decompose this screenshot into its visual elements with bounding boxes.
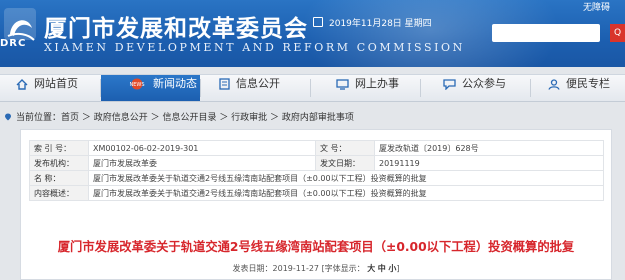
index-label: 索 引 号： xyxy=(29,140,89,156)
date-label: 发文日期： xyxy=(315,155,375,171)
main-nav: 网站首页 NEWS 新闻动态 信息公开 网上办事 公众参与 便民专栏 xyxy=(0,74,625,102)
nav-item-info-public[interactable]: 信息公开 xyxy=(219,75,280,101)
nav-divider xyxy=(310,79,311,97)
nav-item-convenience[interactable]: 便民专栏 xyxy=(548,75,610,101)
docno-value: 厦发改轨道〔2019〕628号 xyxy=(374,140,604,156)
font-size-large-button[interactable]: 大 xyxy=(367,264,375,273)
chat-icon xyxy=(443,79,456,91)
metadata-table: 索 引 号： XM00102-06-02-2019-301 文 号： 厦发改轨道… xyxy=(29,140,604,201)
org-value: 厦门市发展改革委 xyxy=(88,155,316,171)
monitor-icon xyxy=(336,79,349,90)
publish-info: 发表日期：2019-11-27 [字体显示： xyxy=(232,264,365,273)
service-icon xyxy=(548,79,560,90)
nav-label: 网上办事 xyxy=(355,77,399,90)
docno-label: 文 号： xyxy=(315,140,375,156)
name-value: 厦门市发展改革委关于轨道交通2号线五缘湾南站配套项目（±0.00以下工程）投资概… xyxy=(88,170,604,186)
nav-label: 便民专栏 xyxy=(566,77,610,90)
document-icon xyxy=(219,78,230,90)
breadcrumb: 当前位置：首页 ＞ 政府信息公开 ＞ 信息公开目录 ＞ 行政审批 ＞ 政府内部审… xyxy=(0,110,625,123)
publish-info-end: ] xyxy=(396,264,400,273)
content-panel: 索 引 号： XM00102-06-02-2019-301 文 号： 厦发改轨道… xyxy=(20,129,612,280)
nav-label: 新闻动态 xyxy=(153,77,197,90)
accessibility-link[interactable]: 无障碍 xyxy=(583,0,610,13)
news-icon: NEWS xyxy=(129,78,145,90)
nav-item-online-service[interactable]: 网上办事 xyxy=(336,75,399,101)
date-text: 2019年11月28日 星期四 xyxy=(329,19,432,29)
nav-item-public-participation[interactable]: 公众参与 xyxy=(443,75,506,101)
site-header: DRC 厦门市发展和改革委员会 XIAMEN DEVELOPMENT AND R… xyxy=(0,0,625,67)
site-logo[interactable] xyxy=(2,6,40,62)
summary-value: 厦门市发展改革委关于轨道交通2号线五缘湾南站配套项目（±0.00以下工程）投资概… xyxy=(88,185,604,201)
nav-divider xyxy=(420,79,421,97)
calendar-icon xyxy=(313,17,323,27)
summary-label: 内容概述： xyxy=(29,185,89,201)
svg-text:NEWS: NEWS xyxy=(129,82,144,88)
nav-label: 公众参与 xyxy=(462,77,506,90)
document-title: 厦门市发展改革委关于轨道交通2号线五缘湾南站配套项目（±0.00以下工程）投资概… xyxy=(57,240,575,254)
breadcrumb-path[interactable]: 首页 ＞ 政府信息公开 ＞ 信息公开目录 ＞ 行政审批 ＞ 政府内部审批事项 xyxy=(61,113,354,123)
nav-divider xyxy=(200,79,201,97)
date-value: 20191119 xyxy=(374,155,604,171)
logo-text: DRC xyxy=(0,38,27,49)
document-meta: 发表日期：2019-11-27 [字体显示： 大 中 小] xyxy=(21,263,611,274)
nav-item-news[interactable]: NEWS 新闻动态 xyxy=(101,75,200,101)
nav-label: 信息公开 xyxy=(236,77,280,90)
search-button[interactable]: Q xyxy=(610,24,625,42)
search-input[interactable] xyxy=(492,24,600,42)
font-size-medium-button[interactable]: 中 xyxy=(378,264,386,273)
site-title: 厦门市发展和改革委员会 xyxy=(44,16,308,42)
nav-label: 网站首页 xyxy=(34,77,78,90)
current-date: 2019年11月28日 星期四 xyxy=(313,16,432,29)
nav-item-home[interactable]: 网站首页 xyxy=(16,75,78,101)
site-subtitle: XIAMEN DEVELOPMENT AND REFORM COMMISSION xyxy=(44,41,465,54)
name-label: 名 称： xyxy=(29,170,89,186)
index-value: XM00102-06-02-2019-301 xyxy=(88,140,316,156)
org-label: 发布机构： xyxy=(29,155,89,171)
nav-divider xyxy=(530,79,531,97)
home-icon xyxy=(16,79,28,90)
location-icon xyxy=(5,113,11,121)
breadcrumb-prefix: 当前位置： xyxy=(16,113,62,123)
